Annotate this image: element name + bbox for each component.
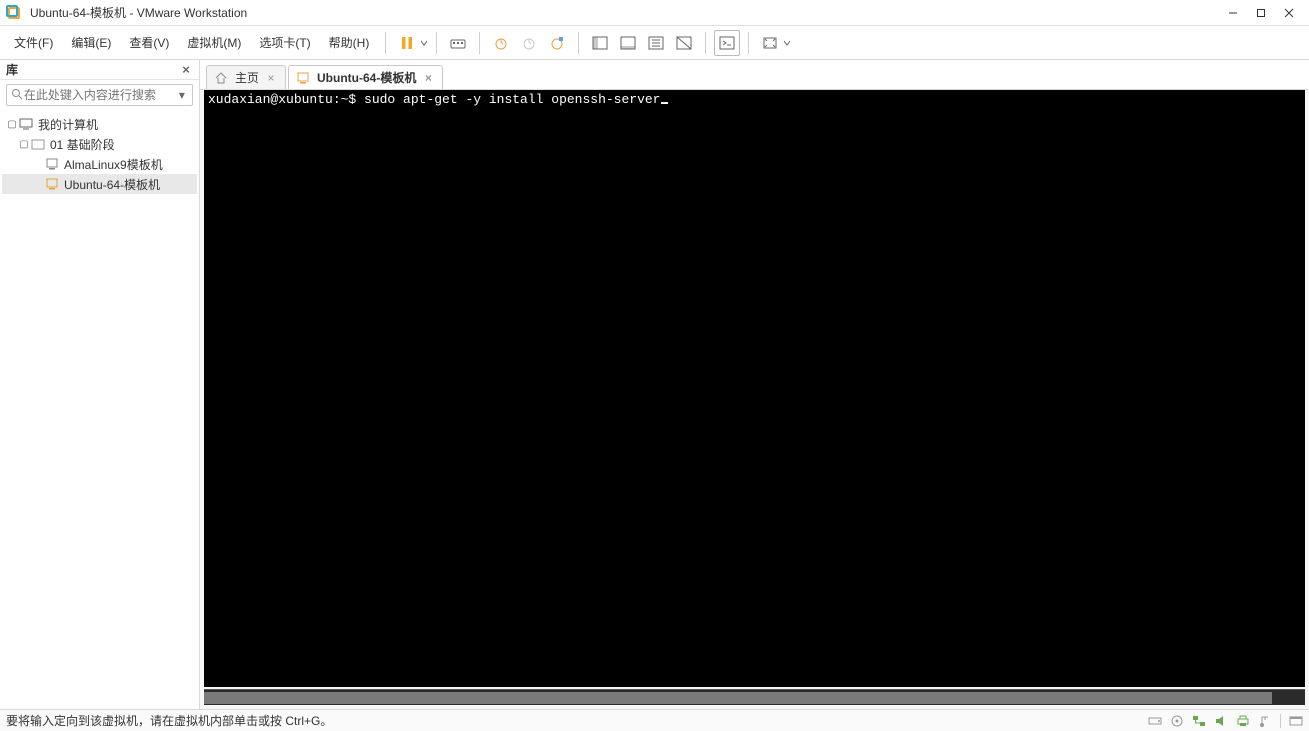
view-unity-button[interactable] [671,30,697,56]
collapse-icon[interactable]: ▢ [18,139,30,150]
titlebar: Ubuntu-64-模板机 - VMware Workstation [0,0,1309,26]
vm-running-icon [297,72,311,84]
vm-console[interactable]: xudaxian@xubuntu:~$ sudo apt-get -y inst… [204,90,1305,687]
fullscreen-menu-caret[interactable] [783,36,791,50]
tree-item-label: 01 基础阶段 [50,136,115,153]
folder-icon [30,137,46,151]
snapshot-revert-button[interactable] [516,30,542,56]
pause-button[interactable] [394,30,420,56]
tree-item-label: AlmaLinux9模板机 [64,156,163,173]
snapshot-take-button[interactable] [488,30,514,56]
tab-bar: 主页 × Ubuntu-64-模板机 × [200,60,1309,90]
sidebar-close-button[interactable]: × [179,63,193,77]
menu-file[interactable]: 文件(F) [6,30,61,55]
menu-tabs[interactable]: 选项卡(T) [251,30,318,55]
collapse-icon[interactable]: ▢ [6,119,18,130]
tree-vm-ubuntu64[interactable]: Ubuntu-64-模板机 [2,174,197,194]
search-dropdown-caret[interactable]: ▾ [179,88,188,102]
view-sidebar-button[interactable] [587,30,613,56]
sidebar-search-input[interactable] [24,88,179,102]
tab-vm-ubuntu64[interactable]: Ubuntu-64-模板机 × [288,65,443,89]
tray-usb-icon[interactable] [1258,714,1272,728]
terminal-prompt: xudaxian@xubuntu:~$ [208,92,364,107]
view-thumbnail-button[interactable] [643,30,669,56]
computer-icon [18,117,34,131]
horizontal-scrollbar[interactable] [204,689,1305,705]
status-message: 要将输入定向到该虚拟机，请在虚拟机内部单击或按 Ctrl+G。 [6,712,1148,729]
library-tree: ▢ 我的计算机 ▢ 01 基础阶段 AlmaLinux9模板机 Ubuntu-6… [0,110,199,198]
tab-label: 主页 [235,69,259,86]
fullscreen-button[interactable] [757,30,783,56]
tree-folder-basic-stage[interactable]: ▢ 01 基础阶段 [2,134,197,154]
sidebar-search[interactable]: ▾ [6,84,193,106]
tray-messages-icon[interactable] [1289,714,1303,728]
tray-sound-icon[interactable] [1214,714,1228,728]
tab-close-button[interactable]: × [422,71,434,85]
content-area: 主页 × Ubuntu-64-模板机 × xudaxian@xubuntu:~$… [200,60,1309,709]
status-bar: 要将输入定向到该虚拟机，请在虚拟机内部单击或按 Ctrl+G。 [0,709,1309,731]
vm-running-icon [44,177,60,191]
tab-home[interactable]: 主页 × [206,65,286,89]
window-title: Ubuntu-64-模板机 - VMware Workstation [30,4,247,21]
tab-label: Ubuntu-64-模板机 [317,69,416,86]
library-sidebar: 库 × ▾ ▢ 我的计算机 ▢ 01 基础阶段 AlmaLinux9模板 [0,60,200,709]
view-single-button[interactable] [615,30,641,56]
tab-close-button[interactable]: × [265,71,277,85]
power-menu-caret[interactable] [420,36,428,50]
menubar: 文件(F) 编辑(E) 查看(V) 虚拟机(M) 选项卡(T) 帮助(H) [0,26,1309,60]
menu-vm[interactable]: 虚拟机(M) [179,30,249,55]
tree-vm-almalinux9[interactable]: AlmaLinux9模板机 [2,154,197,174]
tray-printer-icon[interactable] [1236,714,1250,728]
tree-item-label: 我的计算机 [38,116,98,133]
menu-help[interactable]: 帮助(H) [321,30,378,55]
close-button[interactable] [1275,3,1303,23]
home-icon [215,72,229,84]
sidebar-title: 库 [6,61,179,78]
tray-network-icon[interactable] [1192,714,1206,728]
maximize-button[interactable] [1247,3,1275,23]
menu-view[interactable]: 查看(V) [121,30,177,55]
terminal-cursor [661,102,668,104]
vm-icon [44,157,60,171]
minimize-button[interactable] [1219,3,1247,23]
search-icon [11,88,24,103]
terminal-command: sudo apt-get -y install openssh-server [364,92,660,107]
snapshot-manager-button[interactable] [544,30,570,56]
tray-cd-icon[interactable] [1170,714,1184,728]
console-view-button[interactable] [714,30,740,56]
tree-root-my-computer[interactable]: ▢ 我的计算机 [2,114,197,134]
tree-item-label: Ubuntu-64-模板机 [64,176,160,193]
menu-edit[interactable]: 编辑(E) [63,30,119,55]
send-ctrl-alt-del-button[interactable] [445,30,471,56]
app-icon [6,5,22,21]
tray-harddisk-icon[interactable] [1148,714,1162,728]
